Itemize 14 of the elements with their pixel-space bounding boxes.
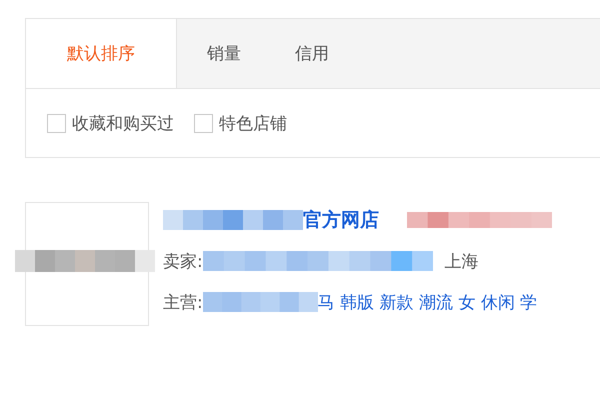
filter-label: 收藏和购买过 bbox=[72, 112, 174, 134]
main-label: 主营: bbox=[163, 292, 203, 314]
shop-thumbnail[interactable] bbox=[25, 202, 149, 326]
filter-option[interactable]: 收藏和购买过 bbox=[47, 112, 174, 134]
sort-tab[interactable]: 销量 bbox=[177, 19, 265, 88]
main-category-link[interactable]: 马 韩版 新款 潮流 女 休闲 学 bbox=[318, 290, 538, 314]
filter-label: 特色店铺 bbox=[219, 112, 287, 134]
seller-label: 卖家: bbox=[163, 250, 203, 272]
sort-tab[interactable]: 信用 bbox=[265, 19, 353, 88]
shop-title-link[interactable]: 官方网店 bbox=[303, 207, 379, 233]
seller-location: 上海 bbox=[444, 250, 479, 272]
checkbox[interactable] bbox=[47, 114, 66, 132]
filter-option[interactable]: 特色店铺 bbox=[194, 112, 287, 134]
checkbox[interactable] bbox=[194, 114, 213, 132]
